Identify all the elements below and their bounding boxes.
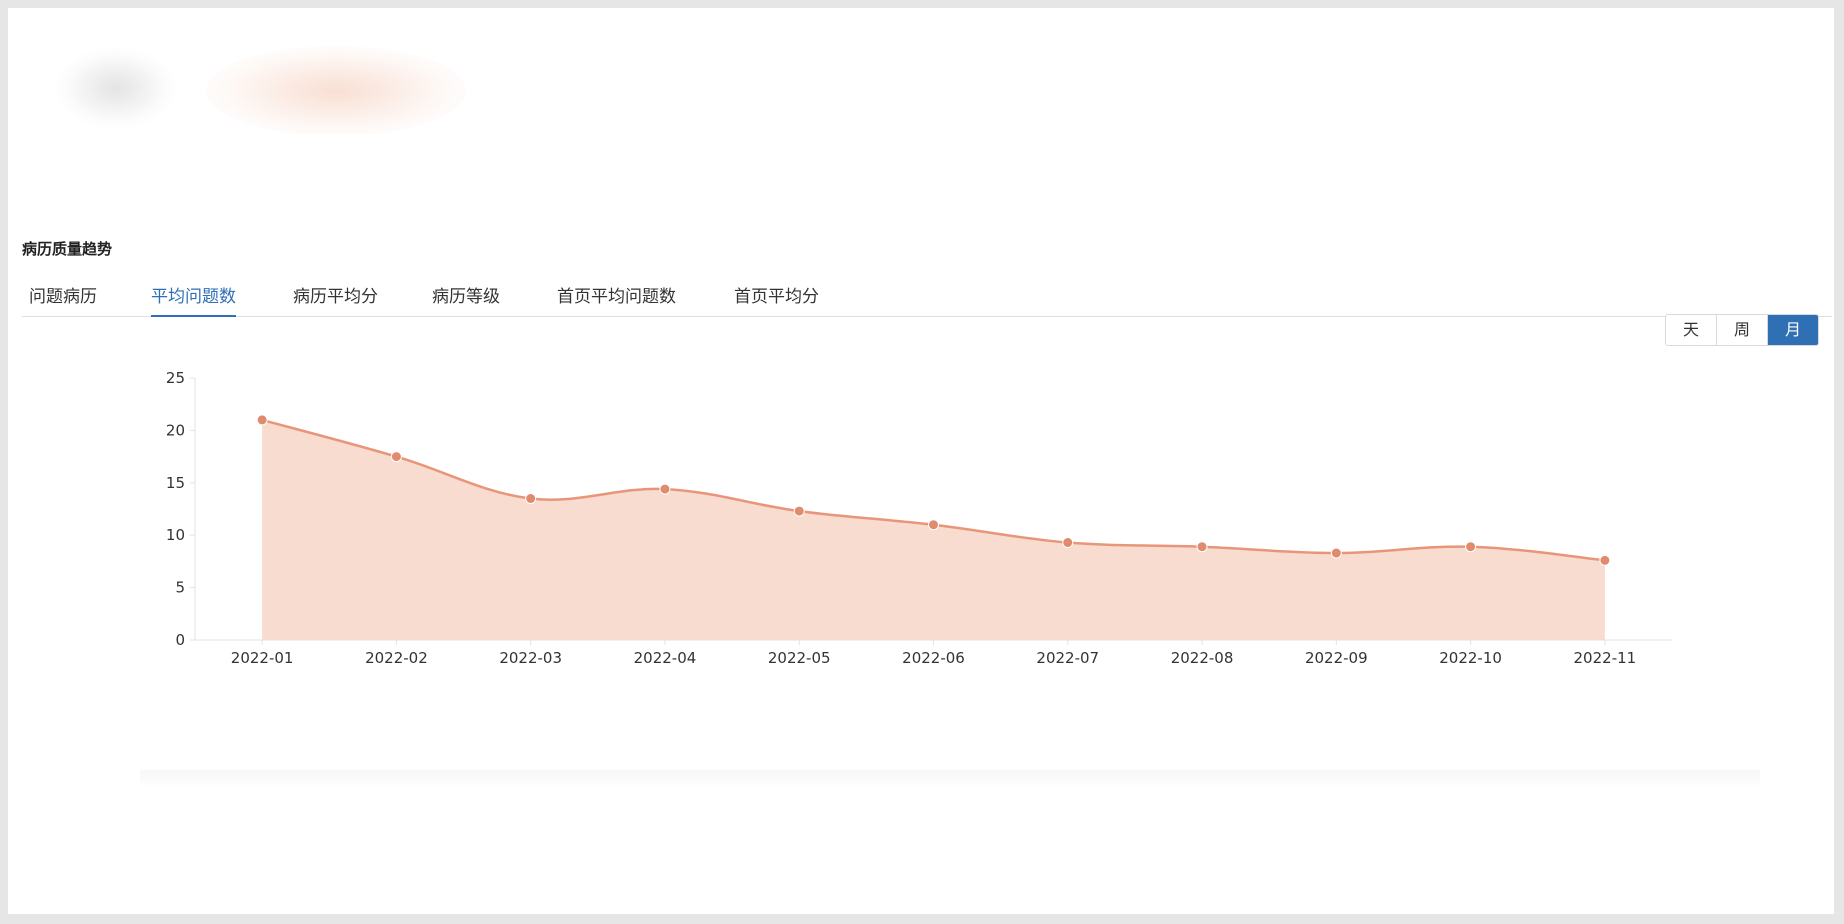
x-tick-label: 2022-06 [902, 649, 965, 667]
blurred-footer [140, 770, 1760, 788]
x-tick-label: 2022-10 [1439, 649, 1502, 667]
data-point-2022-06 [928, 519, 939, 531]
x-tick-label: 2022-09 [1305, 649, 1368, 667]
x-tick-label: 2022-01 [231, 649, 294, 667]
y-tick-label: 0 [175, 631, 185, 649]
y-tick-label: 5 [175, 579, 185, 597]
y-axis: 0 5 10 15 20 25 [166, 369, 196, 649]
data-point-2022-09 [1330, 547, 1342, 559]
x-axis: 2022-01 2022-02 2022-03 2022-04 2022-05 2022-… [190, 639, 1672, 667]
x-tick-label: 2022-03 [499, 649, 562, 667]
y-tick-label: 15 [166, 474, 185, 492]
x-tick-label: 2022-05 [768, 649, 831, 667]
data-point-2022-10 [1465, 541, 1477, 553]
data-point-2022-01 [256, 414, 268, 426]
x-tick-label: 2022-04 [634, 649, 697, 667]
data-point-2022-03 [525, 493, 537, 505]
y-tick-label: 25 [166, 369, 185, 387]
series-average-problems [256, 414, 1611, 640]
x-tick-label: 2022-07 [1036, 649, 1099, 667]
data-point-2022-08 [1196, 541, 1208, 553]
x-tick-label: 2022-08 [1171, 649, 1234, 667]
x-tick-label: 2022-02 [365, 649, 428, 667]
y-tick-label: 20 [166, 421, 185, 439]
data-point-2022-04 [659, 483, 671, 495]
x-tick-label: 2022-11 [1574, 649, 1637, 667]
data-point-2022-02 [390, 451, 402, 463]
data-point-2022-11 [1599, 554, 1611, 566]
y-tick-label: 10 [166, 526, 185, 544]
data-point-2022-07 [1062, 537, 1074, 549]
trend-chart: 0510152025 2022-01 2022-02 2022-03 2022-04 2… [166, 369, 1672, 667]
data-point-2022-05 [793, 505, 805, 517]
